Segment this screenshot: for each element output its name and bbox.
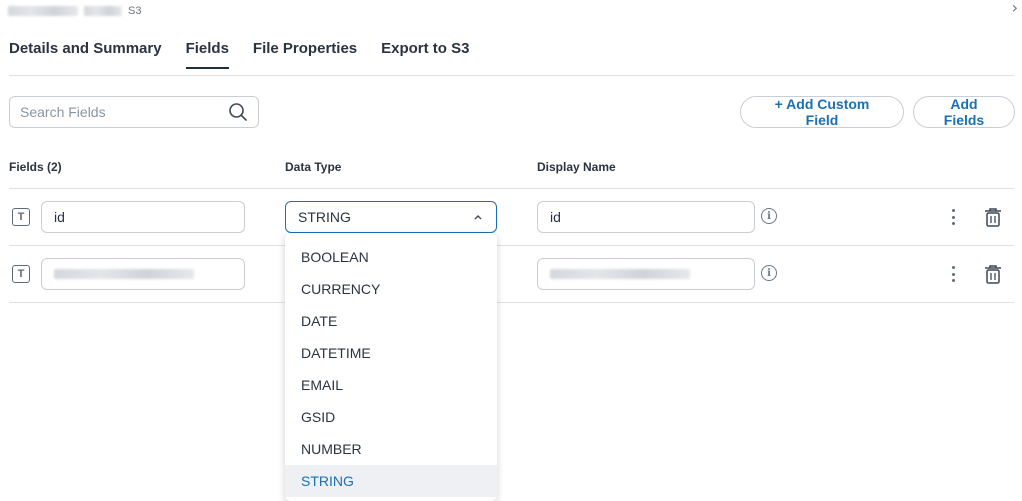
blurred-crumb-text <box>84 6 122 16</box>
blurred-crumb-text <box>8 6 78 16</box>
dropdown-option-date[interactable]: DATE <box>285 305 497 337</box>
search-box[interactable] <box>9 96 259 128</box>
display-name-input[interactable]: id <box>537 201 755 233</box>
column-header-data-type: Data Type <box>285 160 342 174</box>
column-header-fields: Fields (2) <box>9 160 62 174</box>
data-type-select[interactable]: STRING <box>285 201 497 233</box>
display-name-value: id <box>550 209 561 225</box>
chevron-up-icon <box>474 215 482 220</box>
row-divider <box>9 245 1014 246</box>
dropdown-option-currency[interactable]: CURRENCY <box>285 273 497 305</box>
trash-icon[interactable] <box>982 206 1004 228</box>
dropdown-option-gsid[interactable]: GSID <box>285 401 497 433</box>
search-input[interactable] <box>20 104 228 120</box>
data-type-dropdown: BOOLEAN CURRENCY DATE DATETIME EMAIL GSI… <box>285 233 497 501</box>
add-custom-field-button[interactable]: + Add Custom Field <box>740 96 904 128</box>
info-icon[interactable]: i <box>761 208 777 224</box>
add-fields-button[interactable]: Add Fields <box>913 96 1015 128</box>
info-icon[interactable]: i <box>761 265 777 281</box>
trash-icon[interactable] <box>982 263 1004 285</box>
field-name-input[interactable]: id <box>41 201 245 233</box>
dropdown-option-number[interactable]: NUMBER <box>285 433 497 465</box>
tab-file-properties[interactable]: File Properties <box>253 40 357 69</box>
tab-details-summary[interactable]: Details and Summary <box>9 40 162 69</box>
dropdown-option-string[interactable]: STRING <box>285 465 497 497</box>
tabs-divider <box>9 75 1014 76</box>
breadcrumb: S3 <box>8 4 141 18</box>
text-type-icon: T <box>12 265 30 283</box>
display-name-input[interactable] <box>537 258 755 290</box>
dropdown-option-email[interactable]: EMAIL <box>285 369 497 401</box>
dropdown-option-boolean[interactable]: BOOLEAN <box>285 241 497 273</box>
tab-bar: Details and Summary Fields File Properti… <box>9 40 469 69</box>
close-icon[interactable]: › <box>1012 0 1018 17</box>
row-divider <box>9 302 1014 303</box>
field-name-input[interactable] <box>41 258 245 290</box>
data-type-value: STRING <box>298 209 351 225</box>
kebab-icon[interactable] <box>951 266 955 282</box>
breadcrumb-suffix: S3 <box>128 5 142 17</box>
column-header-display-name: Display Name <box>537 160 616 174</box>
kebab-icon[interactable] <box>951 209 955 225</box>
header-divider <box>9 188 1014 189</box>
blurred-field-name <box>54 269 194 279</box>
tab-fields[interactable]: Fields <box>185 40 230 69</box>
tab-export-s3[interactable]: Export to S3 <box>381 40 469 69</box>
dropdown-option-datetime[interactable]: DATETIME <box>285 337 497 369</box>
text-type-icon: T <box>12 208 30 226</box>
field-name-value: id <box>54 209 65 225</box>
blurred-display-name <box>550 269 690 279</box>
search-icon[interactable] <box>228 102 248 122</box>
